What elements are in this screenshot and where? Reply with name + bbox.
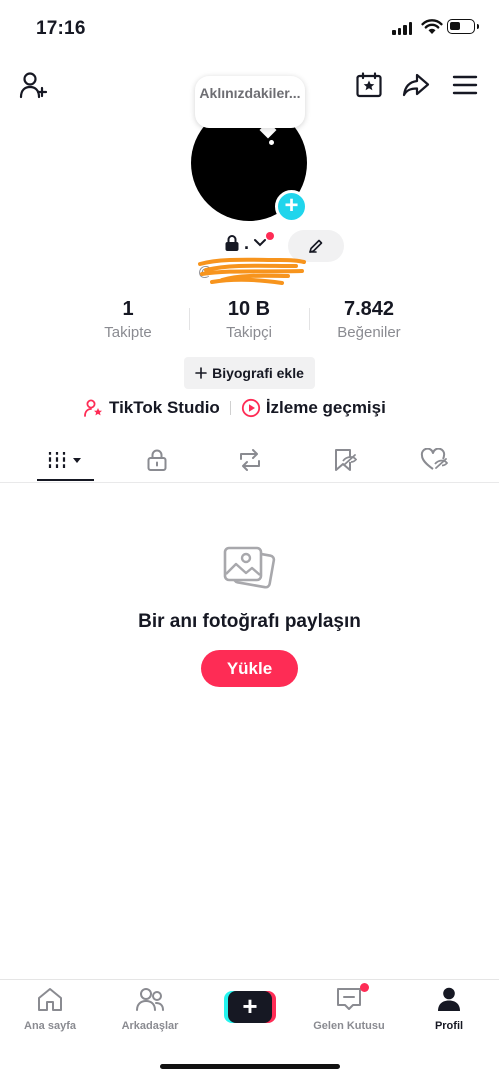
add-friend-icon[interactable]	[18, 70, 50, 100]
play-circle-icon	[241, 398, 260, 418]
repost-icon	[239, 449, 260, 471]
stat-following[interactable]: 1 Takipte	[68, 298, 188, 341]
tab-liked[interactable]	[405, 440, 462, 480]
nav-profile-label: Profil	[434, 1020, 464, 1032]
friends-icon	[136, 988, 164, 1011]
calendar-star-icon[interactable]	[354, 70, 384, 100]
tiktok-studio-link[interactable]: TikTok Studio	[84, 398, 220, 418]
plus-icon	[195, 367, 207, 379]
heart-hidden-icon	[420, 448, 448, 470]
status-time: 17:16	[36, 18, 86, 39]
share-icon[interactable]	[401, 70, 431, 100]
photo-icon	[223, 546, 276, 589]
home-icon	[38, 988, 62, 1011]
nav-inbox-label: Gelen Kutusu	[313, 1020, 385, 1032]
nav-inbox[interactable]: Gelen Kutusu	[304, 986, 394, 1032]
note-dot	[269, 140, 274, 145]
stat-followers[interactable]: 10 B Takipçi	[189, 298, 309, 341]
menu-icon[interactable]	[451, 72, 479, 98]
lock-tab-icon	[147, 449, 166, 471]
tiktok-studio-label: TikTok Studio	[109, 398, 220, 417]
cellular-signal-icon	[392, 22, 412, 35]
nav-profile[interactable]: Profil	[404, 986, 494, 1032]
studio-person-star-icon	[84, 399, 102, 417]
profile-links: TikTok Studio İzleme geçmişi	[84, 398, 386, 418]
watch-history-label: İzleme geçmişi	[265, 398, 386, 417]
name-separator-dot: .	[244, 233, 250, 253]
create-icon: +	[228, 991, 272, 1023]
stat-following-value: 1	[122, 298, 134, 320]
upload-button[interactable]: Yükle	[201, 650, 298, 687]
add-avatar-icon[interactable]: +	[275, 190, 308, 223]
wifi-icon	[421, 19, 443, 34]
home-indicator	[160, 1064, 340, 1069]
profile-icon	[438, 987, 460, 1011]
stat-likes[interactable]: 7.842 Beğeniler	[309, 298, 429, 341]
stat-likes-label: Beğeniler	[337, 324, 401, 341]
active-tab-indicator	[37, 479, 94, 481]
stat-likes-value: 7.842	[343, 298, 395, 320]
links-separator	[229, 401, 231, 415]
notification-dot	[266, 232, 274, 240]
chevron-down-icon	[254, 239, 267, 247]
add-bio-label: Biyografi ekle	[212, 365, 304, 381]
inbox-notification-dot	[360, 983, 369, 992]
add-bio-button[interactable]: Biyografi ekle	[184, 357, 315, 389]
nav-friends-label: Arkadaşlar	[121, 1020, 179, 1032]
inbox-icon	[337, 988, 361, 1010]
stat-following-label: Takipte	[104, 324, 152, 341]
watch-history-link[interactable]: İzleme geçmişi	[241, 398, 386, 418]
tab-reposts[interactable]	[221, 440, 278, 480]
create-button[interactable]: +	[224, 991, 276, 1023]
tab-private[interactable]	[128, 440, 185, 480]
grid-videos-icon	[47, 452, 81, 468]
redaction-scribble	[198, 257, 306, 285]
stat-followers-label: Takipçi	[226, 324, 272, 341]
tab-videos[interactable]	[37, 440, 94, 480]
nav-home-label: Ana sayfa	[24, 1020, 76, 1032]
lock-icon	[225, 235, 239, 251]
content-tabs	[0, 440, 499, 483]
empty-state-title: Bir anı fotoğrafı paylaşın	[138, 611, 361, 632]
nav-friends[interactable]: Arkadaşlar	[105, 986, 195, 1032]
note-bubble[interactable]: Aklınızdakiler...	[195, 76, 305, 128]
stat-followers-value: 10 B	[227, 298, 271, 320]
nav-home[interactable]: Ana sayfa	[5, 986, 95, 1032]
bookmark-hidden-icon	[334, 449, 357, 471]
tab-favorites[interactable]	[315, 440, 372, 480]
battery-icon	[447, 19, 479, 34]
account-switcher[interactable]: .	[224, 234, 267, 252]
